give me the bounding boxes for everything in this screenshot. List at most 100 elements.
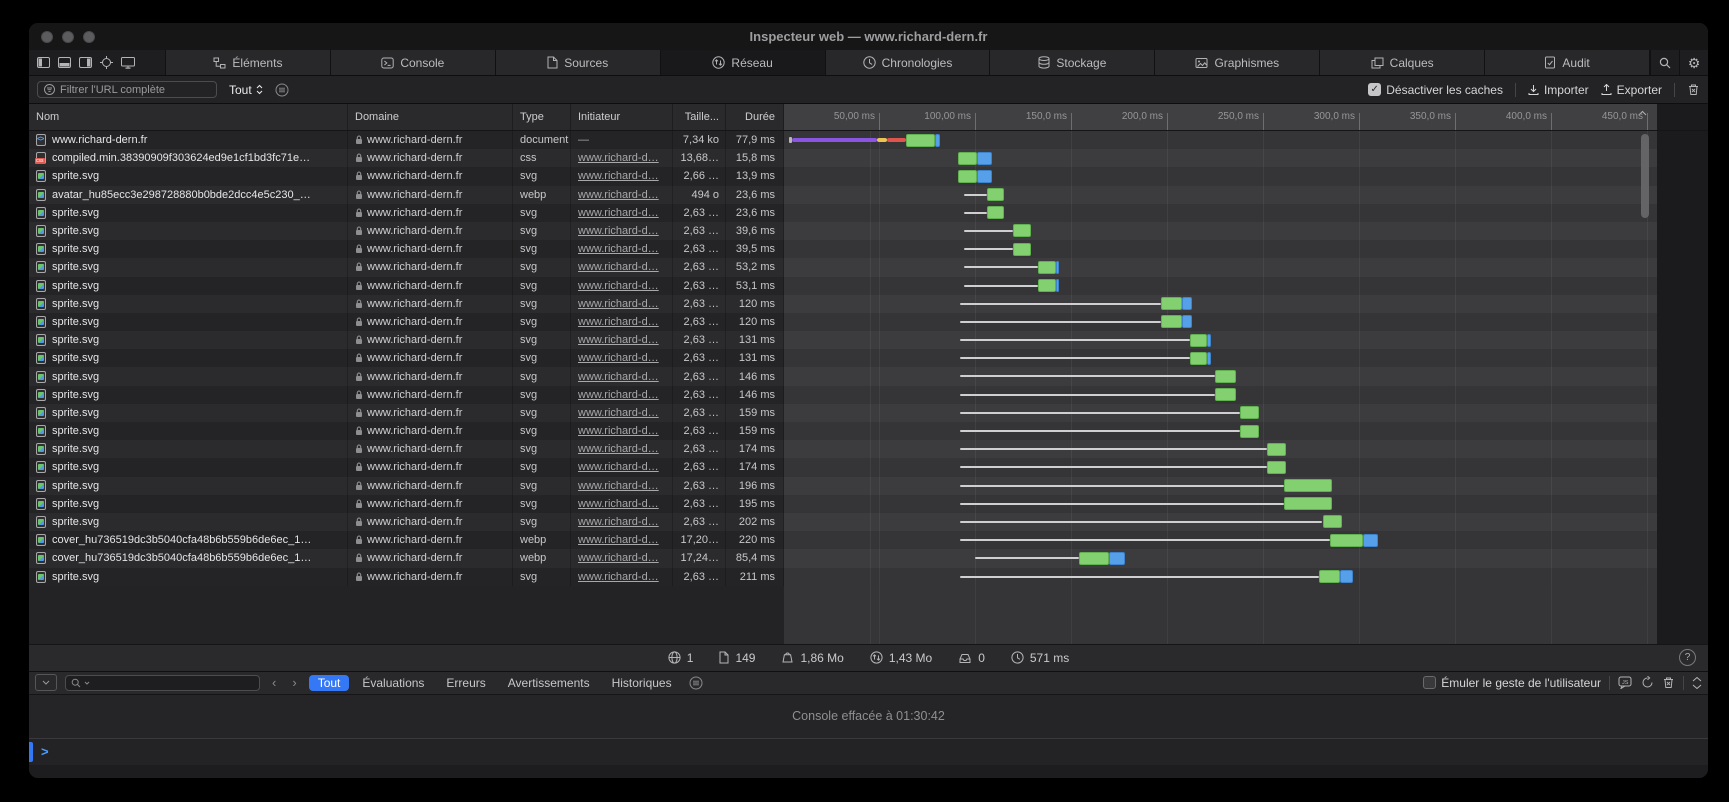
console-search-input[interactable] [65, 675, 260, 691]
network-request-row[interactable]: sprite.svg www.richard-dern.fr svg www.r… [29, 422, 1708, 440]
disable-caches-checkbox[interactable]: ✓ Désactiver les caches [1368, 83, 1503, 97]
request-initiator-link[interactable]: www.richard-d… [578, 571, 659, 583]
waterfall-cell[interactable] [784, 131, 1657, 149]
waiting-line[interactable] [960, 485, 1285, 487]
response-segment[interactable] [1267, 461, 1286, 474]
network-request-row[interactable]: sprite.svg www.richard-dern.fr svg www.r… [29, 204, 1708, 222]
download-segment[interactable] [1363, 534, 1378, 547]
tab-graphismes[interactable]: Graphismes [1154, 50, 1319, 75]
waiting-line[interactable] [960, 375, 1215, 377]
request-initiator-link[interactable]: www.richard-d… [578, 243, 659, 255]
response-segment[interactable] [1161, 297, 1182, 310]
download-segment[interactable] [1207, 352, 1211, 365]
waterfall-cell[interactable] [784, 568, 1657, 586]
response-segment[interactable] [1038, 279, 1055, 292]
request-initiator-link[interactable]: www.richard-d… [578, 225, 659, 237]
export-button[interactable]: Exporter [1601, 83, 1662, 97]
device-icon[interactable] [121, 57, 135, 69]
network-request-row[interactable]: cover_hu736519dc3b5040cfa48b6b559b6de6ec… [29, 549, 1708, 567]
waiting-line[interactable] [960, 521, 1323, 523]
waiting-line[interactable] [964, 212, 987, 214]
reload-icon[interactable] [1641, 676, 1654, 689]
request-initiator-link[interactable]: www.richard-d… [578, 352, 659, 364]
request-initiator-link[interactable]: www.richard-d… [578, 425, 659, 437]
request-initiator-link[interactable]: www.richard-d… [578, 389, 659, 401]
tab-stockage[interactable]: Stockage [989, 50, 1154, 75]
response-segment[interactable] [1013, 243, 1030, 256]
waiting-line[interactable] [960, 466, 1267, 468]
dock-bottom-icon[interactable] [58, 57, 71, 68]
column-header-type[interactable]: Type [513, 104, 571, 130]
response-segment[interactable] [1013, 224, 1030, 237]
waterfall-cell[interactable] [784, 295, 1657, 313]
request-initiator-link[interactable]: www.richard-d… [578, 480, 659, 492]
network-request-row[interactable]: sprite.svg www.richard-dern.fr svg www.r… [29, 167, 1708, 185]
response-segment[interactable] [1284, 497, 1332, 510]
download-segment[interactable] [977, 152, 992, 165]
network-request-row[interactable]: sprite.svg www.richard-dern.fr svg www.r… [29, 386, 1708, 404]
url-filter-input[interactable]: Filtrer l'URL complète [37, 81, 217, 98]
waterfall-cell[interactable] [784, 331, 1657, 349]
request-initiator-link[interactable]: www.richard-d… [578, 170, 659, 182]
response-segment[interactable] [1284, 479, 1332, 492]
connection-segment[interactable] [792, 138, 877, 142]
waterfall-cell[interactable] [784, 149, 1657, 167]
network-request-row[interactable]: sprite.svg www.richard-dern.fr svg www.r… [29, 440, 1708, 458]
settings-gear-icon[interactable]: ⚙ [1679, 50, 1708, 75]
download-segment[interactable] [1056, 261, 1060, 274]
request-initiator-link[interactable]: www.richard-d… [578, 207, 659, 219]
vertical-scrollbar-thumb[interactable] [1641, 134, 1649, 218]
waterfall-cell[interactable] [784, 349, 1657, 367]
response-segment[interactable] [1079, 552, 1110, 565]
waterfall-cell[interactable] [784, 240, 1657, 258]
tab-elements[interactable]: Éléments [165, 50, 330, 75]
request-initiator-link[interactable]: www.richard-d… [578, 189, 659, 201]
response-segment[interactable] [1161, 315, 1182, 328]
request-segment[interactable] [877, 138, 887, 142]
response-segment[interactable] [958, 152, 977, 165]
response-segment[interactable] [1267, 443, 1286, 456]
waterfall-cell[interactable] [784, 186, 1657, 204]
resource-type-select[interactable]: Tout [229, 83, 263, 97]
waiting-line[interactable] [960, 576, 1319, 578]
response-segment[interactable] [1190, 334, 1207, 347]
request-initiator-link[interactable]: www.richard-d… [578, 461, 659, 473]
waterfall-cell[interactable] [784, 531, 1657, 549]
tab-sources[interactable]: Sources [495, 50, 660, 75]
request-initiator-link[interactable]: www.richard-d… [578, 534, 659, 546]
response-segment[interactable] [1190, 352, 1207, 365]
network-request-row[interactable]: sprite.svg www.richard-dern.fr svg www.r… [29, 277, 1708, 295]
response-segment[interactable] [1330, 534, 1363, 547]
console-scope-avertissements[interactable]: Avertissements [499, 675, 599, 691]
request-initiator-link[interactable]: www.richard-d… [578, 371, 659, 383]
waterfall-cell[interactable] [784, 313, 1657, 331]
request-initiator-link[interactable]: www.richard-d… [578, 443, 659, 455]
network-request-row[interactable]: sprite.svg www.richard-dern.fr svg www.r… [29, 495, 1708, 513]
download-segment[interactable] [1182, 315, 1192, 328]
expand-console-icon[interactable] [1692, 677, 1702, 689]
waiting-line[interactable] [960, 412, 1240, 414]
waiting-line[interactable] [960, 448, 1267, 450]
tab-audit[interactable]: Audit [1484, 50, 1650, 75]
console-filter-dropdown[interactable] [35, 674, 57, 691]
column-header-duration[interactable]: Durée [726, 104, 784, 130]
response-segment[interactable] [1319, 570, 1340, 583]
waiting-line[interactable] [960, 503, 1285, 505]
dock-right-icon[interactable] [79, 57, 92, 68]
response-segment[interactable] [1215, 370, 1236, 383]
request-initiator-link[interactable]: www.richard-d… [578, 316, 659, 328]
waiting-line[interactable] [964, 248, 1014, 250]
network-request-row[interactable]: sprite.svg www.richard-dern.fr svg www.r… [29, 222, 1708, 240]
waterfall-cell[interactable] [784, 549, 1657, 567]
request-initiator-link[interactable]: www.richard-d… [578, 334, 659, 346]
waiting-line[interactable] [960, 539, 1331, 541]
column-header-domain[interactable]: Domaine [348, 104, 513, 130]
waiting-line[interactable] [975, 557, 1079, 559]
download-segment[interactable] [1340, 570, 1353, 583]
response-segment[interactable] [1323, 515, 1342, 528]
download-segment[interactable] [1182, 297, 1192, 310]
network-request-row[interactable]: sprite.svg www.richard-dern.fr svg www.r… [29, 331, 1708, 349]
waiting-line[interactable] [964, 266, 1039, 268]
request-initiator-link[interactable]: www.richard-d… [578, 407, 659, 419]
response-segment[interactable] [1215, 388, 1236, 401]
